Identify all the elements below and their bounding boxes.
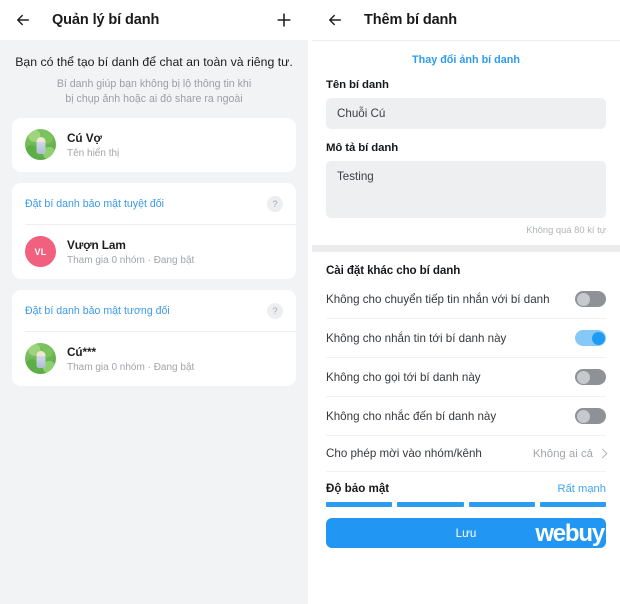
- set-relative-privacy-link[interactable]: Đặt bí danh bảo mật tương đối: [25, 305, 170, 317]
- profile-card[interactable]: Cú Vợ Tên hiển thị: [12, 118, 296, 173]
- change-alias-photo-link[interactable]: Thay đổi ảnh bí danh: [326, 41, 606, 79]
- avatar: [25, 129, 56, 161]
- toggle-knob: [576, 292, 590, 306]
- invite-permission-value-group[interactable]: Không ai cả: [532, 447, 608, 460]
- toggle-no-mention[interactable]: [575, 408, 606, 424]
- list-item[interactable]: Cú Vợ Tên hiển thị: [12, 118, 296, 172]
- setting-label: Không cho chuyển tiếp tin nhắn với bí da…: [326, 292, 550, 306]
- help-icon[interactable]: ?: [267, 303, 283, 320]
- toggle-knob: [591, 331, 605, 345]
- form-scroll-area: Thay đổi ảnh bí danh Tên bí danh Chuỗi C…: [312, 41, 620, 604]
- setting-row-no-call[interactable]: Không cho gọi tới bí danh này: [312, 358, 620, 396]
- right-appbar: Thêm bí danh: [312, 0, 620, 40]
- toggle-knob: [576, 370, 590, 384]
- chevron-right-icon: [597, 448, 608, 459]
- set-absolute-privacy-link[interactable]: Đặt bí danh bảo mật tuyệt đối: [25, 198, 164, 210]
- toggle-no-message[interactable]: [575, 330, 606, 346]
- avatar: [25, 343, 56, 375]
- alias-name-input[interactable]: Chuỗi Cú: [326, 98, 606, 129]
- security-strength-value: Rất mạnh: [557, 483, 606, 495]
- alias-name-label: Tên bí danh: [326, 79, 389, 91]
- table-row[interactable]: Cú*** Tham gia 0 nhóm · Đang bật: [12, 332, 296, 386]
- toggle-no-call[interactable]: [575, 369, 606, 385]
- setting-row-invite-permission[interactable]: Cho phép mời vào nhóm/kênh Không ai cả: [312, 436, 620, 471]
- alias-subtitle: Tham gia 0 nhóm · Đang bật: [67, 361, 195, 373]
- right-panel-add-alias: Thêm bí danh Thay đổi ảnh bí danh Tên bí…: [312, 0, 620, 604]
- intro-subtitle: Bí danh giúp bạn không bị lộ thông tin k…: [14, 77, 294, 109]
- alias-name: Vượn Lam: [67, 237, 126, 252]
- alias-form-section: Thay đổi ảnh bí danh Tên bí danh Chuỗi C…: [312, 41, 620, 245]
- setting-label: Không cho gọi tới bí danh này: [326, 370, 481, 384]
- alias-group-header[interactable]: Đặt bí danh bảo mật tương đối ?: [12, 290, 296, 331]
- dual-panel-screenshot: Quản lý bí danh Bạn có thể tạo bí danh đ…: [0, 0, 620, 604]
- intro-subtitle-line1: Bí danh giúp bạn không bị lộ thông tin k…: [56, 77, 252, 90]
- avatar: VL: [25, 236, 56, 268]
- invite-permission-value: Không ai cả: [532, 447, 593, 460]
- save-button[interactable]: Lưu: [326, 518, 606, 548]
- profile-name: Cú Vợ: [67, 130, 102, 145]
- security-strength-header: Độ bảo mật Rất mạnh: [312, 472, 620, 502]
- intro-block: Bạn có thể tạo bí danh để chat an toàn v…: [0, 40, 308, 118]
- intro-subtitle-line2: bị chụp ảnh hoặc ai đó share ra ngoài: [65, 93, 243, 106]
- alias-desc-label: Mô tả bí danh: [326, 142, 399, 154]
- settings-section-title: Cài đặt khác cho bí danh: [326, 264, 461, 277]
- alias-group-relative: Đặt bí danh bảo mật tương đối ? Cú*** Th…: [12, 290, 296, 387]
- toggle-no-forward[interactable]: [575, 291, 606, 307]
- alias-name: Cú***: [67, 344, 96, 359]
- setting-label: Không cho nhắc đến bí danh này: [326, 409, 497, 423]
- back-arrow-icon[interactable]: [14, 11, 32, 29]
- setting-label: Cho phép mời vào nhóm/kênh: [326, 447, 482, 460]
- char-limit-hint: Không quá 80 kí tự: [526, 224, 606, 235]
- alias-group-absolute: Đặt bí danh bảo mật tuyệt đối ? VL Vượn …: [12, 183, 296, 280]
- table-row[interactable]: VL Vượn Lam Tham gia 0 nhóm · Đang bật: [12, 225, 296, 279]
- left-panel-alias-management: Quản lý bí danh Bạn có thể tạo bí danh đ…: [0, 0, 308, 604]
- intro-title: Bạn có thể tạo bí danh để chat an toàn v…: [15, 55, 293, 69]
- setting-label: Không cho nhắn tin tới bí danh này: [326, 331, 507, 345]
- alias-subtitle: Tham gia 0 nhóm · Đang bật: [67, 254, 195, 266]
- page-title: Quản lý bí danh: [52, 12, 160, 28]
- back-arrow-icon[interactable]: [326, 11, 344, 29]
- setting-row-no-forward[interactable]: Không cho chuyển tiếp tin nhắn với bí da…: [312, 280, 620, 318]
- setting-row-no-message[interactable]: Không cho nhắn tin tới bí danh này: [312, 319, 620, 357]
- left-appbar: Quản lý bí danh: [0, 0, 308, 40]
- setting-row-no-mention[interactable]: Không cho nhắc đến bí danh này: [312, 397, 620, 435]
- plus-icon[interactable]: [274, 10, 294, 30]
- security-strength-label: Độ bảo mật: [326, 482, 390, 495]
- help-icon[interactable]: ?: [267, 196, 283, 213]
- page-title: Thêm bí danh: [364, 12, 458, 28]
- save-area: Lưu webuy: [312, 507, 620, 561]
- profile-subtitle: Tên hiển thị: [67, 147, 120, 159]
- toggle-knob: [576, 409, 590, 423]
- section-separator: [312, 245, 620, 252]
- alias-desc-input[interactable]: Testing: [326, 161, 606, 218]
- alias-group-header[interactable]: Đặt bí danh bảo mật tuyệt đối ?: [12, 183, 296, 224]
